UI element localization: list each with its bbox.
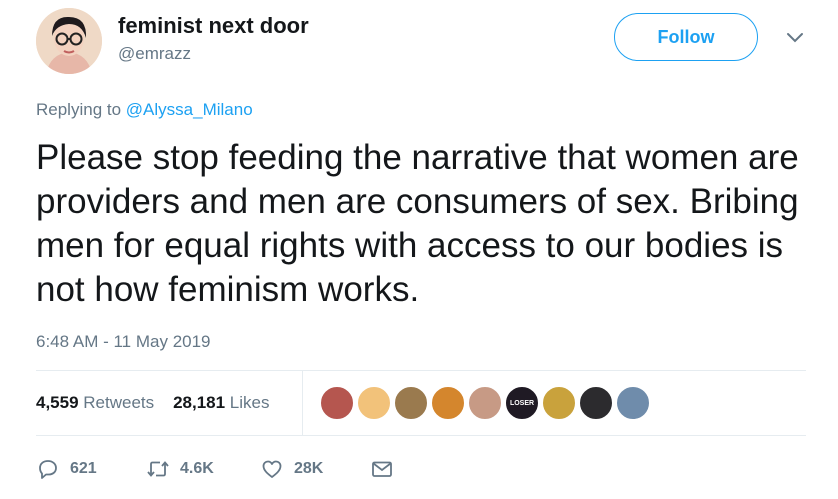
divider bbox=[36, 370, 806, 371]
user-handle[interactable]: @emrazz bbox=[118, 44, 191, 64]
liker-avatar[interactable] bbox=[468, 386, 502, 420]
mail-icon bbox=[370, 457, 394, 481]
retweets-count: 4,559 bbox=[36, 393, 79, 412]
retweets-stat[interactable]: 4,559 Retweets bbox=[36, 393, 154, 412]
heart-icon bbox=[260, 457, 284, 481]
avatar[interactable] bbox=[36, 8, 102, 74]
liker-avatar[interactable] bbox=[357, 386, 391, 420]
divider bbox=[36, 435, 806, 436]
follow-button[interactable]: Follow bbox=[614, 13, 758, 61]
liker-avatar[interactable] bbox=[431, 386, 465, 420]
reply-count: 621 bbox=[70, 460, 97, 477]
tweet-timestamp[interactable]: 6:48 AM - 11 May 2019 bbox=[36, 332, 211, 352]
retweet-button[interactable]: 4.6K bbox=[146, 456, 214, 482]
liker-avatar-text: LOSER bbox=[509, 399, 535, 407]
direct-message-button[interactable] bbox=[370, 456, 394, 482]
liker-avatar[interactable] bbox=[579, 386, 613, 420]
replying-prefix: Replying to bbox=[36, 100, 126, 119]
retweet-icon bbox=[146, 457, 170, 481]
display-name[interactable]: feminist next door bbox=[118, 13, 309, 39]
stats-separator bbox=[302, 371, 303, 435]
liker-avatar[interactable]: LOSER bbox=[505, 386, 539, 420]
like-button[interactable]: 28K bbox=[260, 456, 323, 482]
likes-stat[interactable]: 28,181 Likes bbox=[173, 393, 269, 412]
like-count: 28K bbox=[294, 460, 324, 477]
replying-to-mention[interactable]: @Alyssa_Milano bbox=[126, 100, 253, 119]
reply-icon bbox=[36, 457, 60, 481]
tweet-stats: 4,559 Retweets 28,181 Likes bbox=[36, 393, 269, 413]
retweets-label: Retweets bbox=[83, 393, 155, 412]
tweet-text: Please stop feeding the narrative that w… bbox=[36, 138, 799, 309]
reply-button[interactable]: 621 bbox=[36, 456, 97, 482]
replying-to: Replying to @Alyssa_Milano bbox=[36, 100, 253, 120]
liker-avatar[interactable] bbox=[320, 386, 354, 420]
chevron-down-icon[interactable] bbox=[784, 30, 806, 46]
likes-label: Likes bbox=[229, 393, 270, 412]
likes-count: 28,181 bbox=[173, 393, 226, 412]
liker-avatar[interactable] bbox=[616, 386, 650, 420]
liker-avatar[interactable] bbox=[394, 386, 428, 420]
liker-avatar[interactable] bbox=[542, 386, 576, 420]
retweet-count: 4.6K bbox=[180, 460, 214, 477]
